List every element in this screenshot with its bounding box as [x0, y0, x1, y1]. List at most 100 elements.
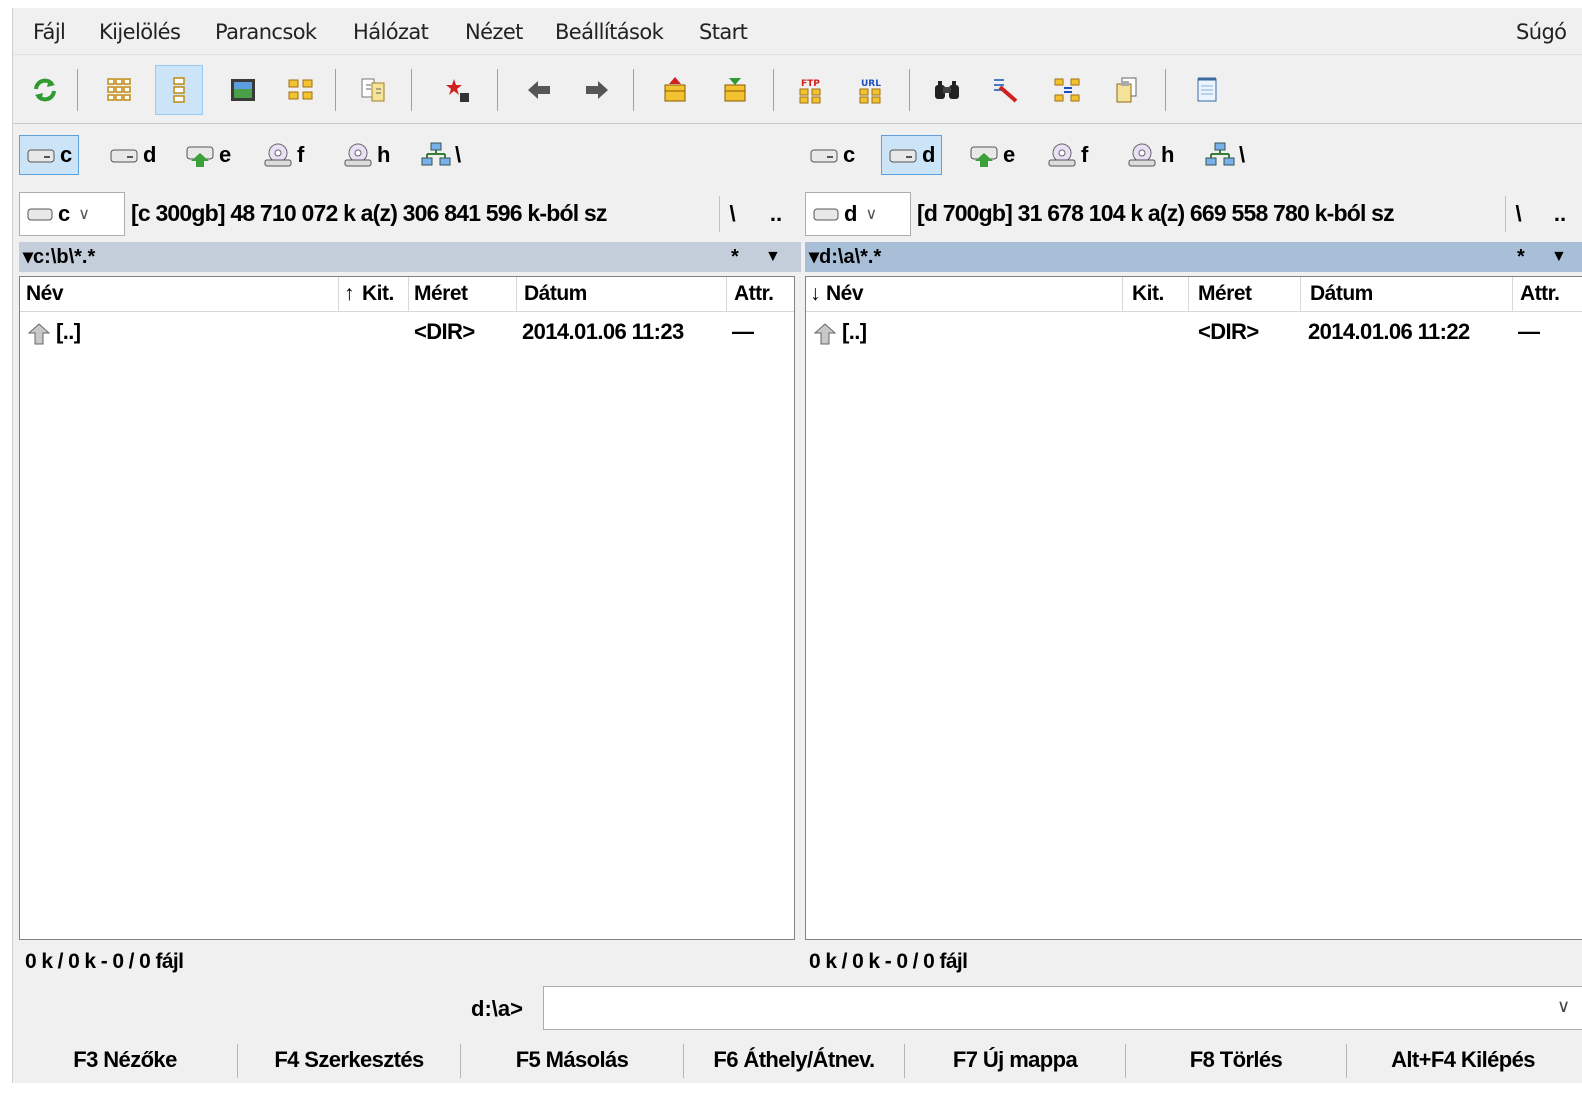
right-drive-c-button[interactable]: c: [803, 135, 861, 175]
left-col-name[interactable]: Név: [26, 277, 64, 311]
left-col-size[interactable]: Méret: [414, 277, 468, 311]
left-filter[interactable]: *: [731, 242, 739, 272]
sort-desc-icon: ↓: [810, 282, 821, 305]
left-col-ext[interactable]: Kit.: [362, 277, 394, 311]
detailed-view-icon[interactable]: [155, 65, 203, 115]
right-filter[interactable]: *: [1517, 242, 1525, 272]
left-drive-h-button[interactable]: h: [337, 135, 396, 175]
rename-icon[interactable]: [981, 65, 1029, 115]
right-col-attr[interactable]: Attr.: [1520, 277, 1560, 311]
right-root-button[interactable]: \: [1505, 196, 1531, 232]
drive-letter: c: [60, 142, 73, 167]
drive-letter: d: [143, 142, 157, 167]
right-col-date[interactable]: Dátum: [1310, 277, 1373, 311]
menu-mark[interactable]: Kijelölés: [99, 20, 181, 44]
tree-view-icon[interactable]: [277, 65, 325, 115]
right-col-name[interactable]: Név: [826, 277, 864, 311]
select-icon[interactable]: [435, 65, 483, 115]
left-drive-combo[interactable]: c ∨: [19, 192, 125, 236]
menu-bar: Fájl Kijelölés Parancsok Hálózat Nézet B…: [13, 8, 1582, 54]
table-row[interactable]: [..] <DIR> 2014.01.06 11:23 —: [20, 317, 794, 353]
url-icon[interactable]: URL: [847, 65, 895, 115]
command-prompt: d:\a>: [471, 996, 523, 1021]
right-file-list[interactable]: ↓ Név Kit. Méret Dátum Attr. [..] <DIR> …: [805, 276, 1582, 940]
right-up-button[interactable]: ..: [1547, 196, 1573, 232]
left-drive-e-button[interactable]: e: [179, 135, 237, 175]
row-attr: —: [732, 319, 754, 344]
forward-icon[interactable]: [573, 65, 621, 115]
menu-start[interactable]: Start: [699, 20, 748, 44]
drive-letter: f: [1081, 142, 1089, 167]
f5-copy-button[interactable]: F5 Másolás: [461, 1038, 683, 1082]
left-drive-f-button[interactable]: f: [257, 135, 310, 175]
ftp-icon[interactable]: FTP: [787, 65, 835, 115]
column-separator: [338, 277, 339, 311]
brief-view-icon[interactable]: [95, 65, 143, 115]
left-col-date[interactable]: Dátum: [524, 277, 587, 311]
menu-net[interactable]: Hálózat: [353, 20, 429, 44]
sync-icon[interactable]: [1043, 65, 1091, 115]
column-separator: [1300, 277, 1301, 311]
hdd-icon: [813, 208, 839, 221]
left-col-attr[interactable]: Attr.: [734, 277, 774, 311]
left-path-bar[interactable]: ▾c:\b\*.* * ▼: [19, 242, 801, 272]
command-line-input[interactable]: [543, 986, 1582, 1030]
thumbnail-view-icon[interactable]: [219, 65, 267, 115]
f3-view-button[interactable]: F3 Nézőke: [13, 1038, 237, 1082]
menu-configuration[interactable]: Beállítások: [555, 20, 664, 44]
toolbar-separator: [1165, 69, 1166, 111]
drive-letter: d: [922, 142, 936, 167]
svg-text:URL: URL: [861, 79, 881, 89]
menu-commands[interactable]: Parancsok: [215, 20, 317, 44]
compare-icon[interactable]: [349, 65, 397, 115]
hdd-icon: [27, 208, 53, 221]
table-row[interactable]: [..] <DIR> 2014.01.06 11:22 —: [806, 317, 1582, 353]
toolbar: FTP URL: [13, 54, 1582, 124]
back-icon[interactable]: [515, 65, 563, 115]
unpack-icon[interactable]: [711, 65, 759, 115]
left-drive-c-button[interactable]: c: [19, 135, 80, 175]
f6-move-button[interactable]: F6 Áthely/Átnev.: [684, 1038, 904, 1082]
f8-delete-button[interactable]: F8 Törlés: [1126, 1038, 1346, 1082]
f4-edit-button[interactable]: F4 Szerkesztés: [238, 1038, 460, 1082]
f7-new-folder-button[interactable]: F7 Új mappa: [905, 1038, 1125, 1082]
chevron-down-icon: ∨: [865, 206, 878, 223]
drive-letter: h: [377, 142, 391, 167]
right-drive-network-button[interactable]: \: [1199, 135, 1251, 175]
left-history-dropdown-icon[interactable]: ▼: [765, 242, 781, 272]
left-up-button[interactable]: ..: [763, 196, 789, 232]
left-root-button[interactable]: \: [719, 196, 745, 232]
cd-drive-icon: [1128, 143, 1156, 167]
menu-help[interactable]: Súgó: [1516, 20, 1567, 44]
right-col-ext[interactable]: Kit.: [1132, 277, 1164, 311]
refresh-icon[interactable]: [21, 65, 69, 115]
left-drive-network-button[interactable]: \: [415, 135, 467, 175]
pack-icon[interactable]: [651, 65, 699, 115]
column-separator: [1512, 277, 1513, 311]
drive-letter: h: [1161, 142, 1175, 167]
column-separator: [1188, 277, 1189, 311]
right-history-dropdown-icon[interactable]: ▼: [1551, 242, 1567, 272]
network-icon: [1205, 142, 1235, 166]
right-drive-d-button[interactable]: d: [881, 135, 943, 175]
right-col-size[interactable]: Méret: [1198, 277, 1252, 311]
left-drive-d-button[interactable]: d: [103, 135, 162, 175]
right-drive-f-button[interactable]: f: [1041, 135, 1094, 175]
chevron-down-icon[interactable]: ∨: [1557, 996, 1570, 1017]
menu-file[interactable]: Fájl: [33, 20, 66, 44]
alt-f4-exit-button[interactable]: Alt+F4 Kilépés: [1347, 1038, 1579, 1082]
search-icon[interactable]: [923, 65, 971, 115]
copy-names-icon[interactable]: [1103, 65, 1151, 115]
right-drive-bar: c d e f h \: [803, 130, 1582, 180]
cd-drive-icon: [1048, 143, 1076, 167]
toolbar-separator: [773, 69, 774, 111]
right-drive-h-button[interactable]: h: [1121, 135, 1180, 175]
left-file-list[interactable]: Név ↑ Kit. Méret Dátum Attr. [..] <DIR> …: [19, 276, 795, 940]
right-drive-e-button[interactable]: e: [963, 135, 1021, 175]
right-path-bar[interactable]: ▾d:\a\*.* * ▼: [805, 242, 1582, 272]
column-separator: [408, 277, 409, 311]
right-drive-combo[interactable]: d ∨: [805, 192, 911, 236]
menu-view[interactable]: Nézet: [465, 20, 523, 44]
notepad-icon[interactable]: [1183, 65, 1231, 115]
total-commander-window: Fájl Kijelölés Parancsok Hálózat Nézet B…: [12, 8, 1582, 1083]
